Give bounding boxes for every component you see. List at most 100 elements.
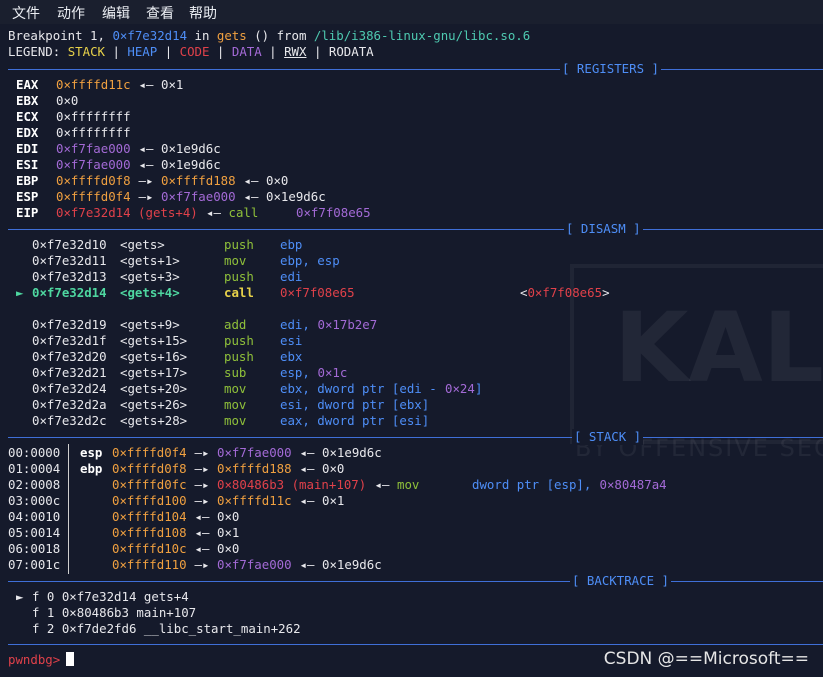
register-deref: call <box>228 205 259 220</box>
instruction-address: 0×f7e32d11 <box>32 253 107 268</box>
register-name: EDX <box>16 125 39 140</box>
register-value: 0×0 <box>56 93 79 108</box>
menu-edit[interactable]: 编辑 <box>102 3 130 23</box>
register-name: EDI <box>16 141 39 156</box>
stack-address: 0×ffffd0f8 <box>112 461 187 476</box>
register-value: 0×ffffffff <box>56 109 131 124</box>
register-deref: 0×f7fae000 <box>161 189 236 204</box>
instruction-address: 0×f7e32d21 <box>32 365 107 380</box>
stack-value: 0×1 <box>217 525 240 540</box>
instruction-symbol: <gets+15> <box>120 333 188 348</box>
instruction-address: 0×f7e32d1f <box>32 333 107 348</box>
menu-file[interactable]: 文件 <box>12 3 40 23</box>
instruction-address: 0×f7e32d14 <box>32 285 107 300</box>
instruction-operand: eax, dword ptr [esi] <box>280 413 430 428</box>
instruction-address: 0×f7e32d10 <box>32 237 107 252</box>
command-line[interactable]: pwndbg> <box>8 652 75 668</box>
instruction-mnemonic: push <box>224 237 254 252</box>
csdn-watermark: CSDN @==Microsoft== <box>603 649 809 669</box>
backtrace-current-marker: ► <box>16 589 24 604</box>
instruction-operand: 0×f7f08e65 <box>280 285 355 300</box>
register-name: EBP <box>16 173 39 188</box>
backtrace-frame: f 1 0×80486b3 main+107 <box>32 605 197 620</box>
instruction-operand: edi, <box>280 317 318 332</box>
stack-offset: 06:0018 <box>8 541 61 556</box>
backtrace-header: [ BACKTRACE ] <box>570 573 671 589</box>
instruction-symbol: <gets+28> <box>120 413 188 428</box>
register-value: 0×ffffd0f4 <box>56 189 131 204</box>
instruction-address: 0×f7e32d19 <box>32 317 107 332</box>
arrow: —▸ <box>194 493 210 508</box>
instruction-address: 0×f7e32d24 <box>32 381 107 396</box>
stack-value: 0×0 <box>217 509 240 524</box>
register-deref: 0×f7f08e65 <box>296 205 371 220</box>
instruction-operand: ebp, esp <box>280 253 340 268</box>
instruction-symbol: <gets+9> <box>120 317 180 332</box>
instruction-symbol: <gets> <box>120 237 165 252</box>
instruction-mnemonic: mov <box>224 381 247 396</box>
legend-rodata: RODATA <box>328 44 374 59</box>
instruction-symbol: <gets+17> <box>120 365 188 380</box>
arrow: ◂— <box>374 477 390 492</box>
arrow: ◂— <box>299 461 315 476</box>
instruction-symbol: <gets+4> <box>120 285 180 300</box>
instruction-mnemonic: mov <box>224 253 247 268</box>
backtrace-frame: f 0 0×f7e32d14 gets+4 <box>32 589 189 604</box>
backtrace-frame: f 2 0×f7de2fd6 __libc_start_main+262 <box>32 621 301 636</box>
disasm-separator <box>8 229 823 230</box>
stack-register-tag: ebp <box>80 461 103 476</box>
menu-bar: 文件 动作 编辑 查看 帮助 <box>0 0 823 24</box>
stack-divider <box>68 444 69 574</box>
text-cursor <box>66 652 75 666</box>
instruction-operand-number: 0×1c <box>317 365 348 380</box>
registers-header: [ REGISTERS ] <box>560 61 661 77</box>
legend-heap: HEAP <box>127 44 158 59</box>
stack-address: 0×ffffd0f4 <box>112 445 187 460</box>
register-name: ECX <box>16 109 39 124</box>
register-deref: 0×1 <box>161 77 184 92</box>
instruction-mnemonic: call <box>224 285 254 300</box>
breakpoint-library: /lib/i386-linux-gnu/libc.so.6 <box>313 28 531 43</box>
instruction-symbol: <gets+20> <box>120 381 188 396</box>
stack-offset: 03:000c <box>8 493 61 508</box>
arrow: —▸ <box>138 173 154 188</box>
arrow: ◂— <box>243 173 259 188</box>
legend-line: LEGEND: STACK | HEAP | CODE | DATA | RWX… <box>8 44 374 59</box>
instruction-operand: edi <box>280 269 303 284</box>
arrow: ◂— <box>138 77 154 92</box>
menu-view[interactable]: 查看 <box>146 3 174 23</box>
stack-deref: 0×0 <box>322 461 345 476</box>
stack-value: 0×ffffd11c <box>217 493 292 508</box>
breakpoint-address: 0×f7e32d14 <box>112 28 188 43</box>
arrow: —▸ <box>194 557 210 572</box>
instruction-mnemonic: add <box>224 317 247 332</box>
register-value: 0×f7e32d14 (gets+4) <box>56 205 198 220</box>
arrow: ◂— <box>206 205 221 220</box>
instruction-mnemonic: mov <box>224 413 247 428</box>
instruction-mnemonic: mov <box>224 397 247 412</box>
register-name: EBX <box>16 93 39 108</box>
stack-offset: 05:0014 <box>8 525 61 540</box>
legend-code: CODE <box>179 44 210 59</box>
instruction-operand: esp, <box>280 365 318 380</box>
stack-value: 0×f7fae000 <box>217 445 292 460</box>
stack-value: 0×0 <box>217 541 240 556</box>
register-name: EIP <box>16 205 39 220</box>
arrow: ◂— <box>194 525 210 540</box>
instruction-address: 0×f7e32d2c <box>32 413 107 428</box>
stack-offset: 04:0010 <box>8 509 61 524</box>
terminal-pane[interactable]: KAL BY OFFENSIVE SEC Breakpoint 1, 0×f7e… <box>0 24 823 677</box>
menu-help[interactable]: 帮助 <box>189 3 217 23</box>
stack-value: 0×80486b3 (main+107) <box>217 477 367 492</box>
breakpoint-function: gets <box>216 28 247 43</box>
arrow: ◂— <box>299 445 315 460</box>
pwndbg-prompt: pwndbg> <box>8 652 61 667</box>
register-name: EAX <box>16 77 39 92</box>
instruction-symbol: <gets+16> <box>120 349 188 364</box>
menu-action[interactable]: 动作 <box>57 3 85 23</box>
register-value: 0×f7fae000 <box>56 141 131 156</box>
instruction-address: 0×f7e32d2a <box>32 397 107 412</box>
arrow: —▸ <box>194 461 210 476</box>
stack-address: 0×ffffd10c <box>112 541 187 556</box>
register-deref: 0×1e9d6c <box>266 189 326 204</box>
